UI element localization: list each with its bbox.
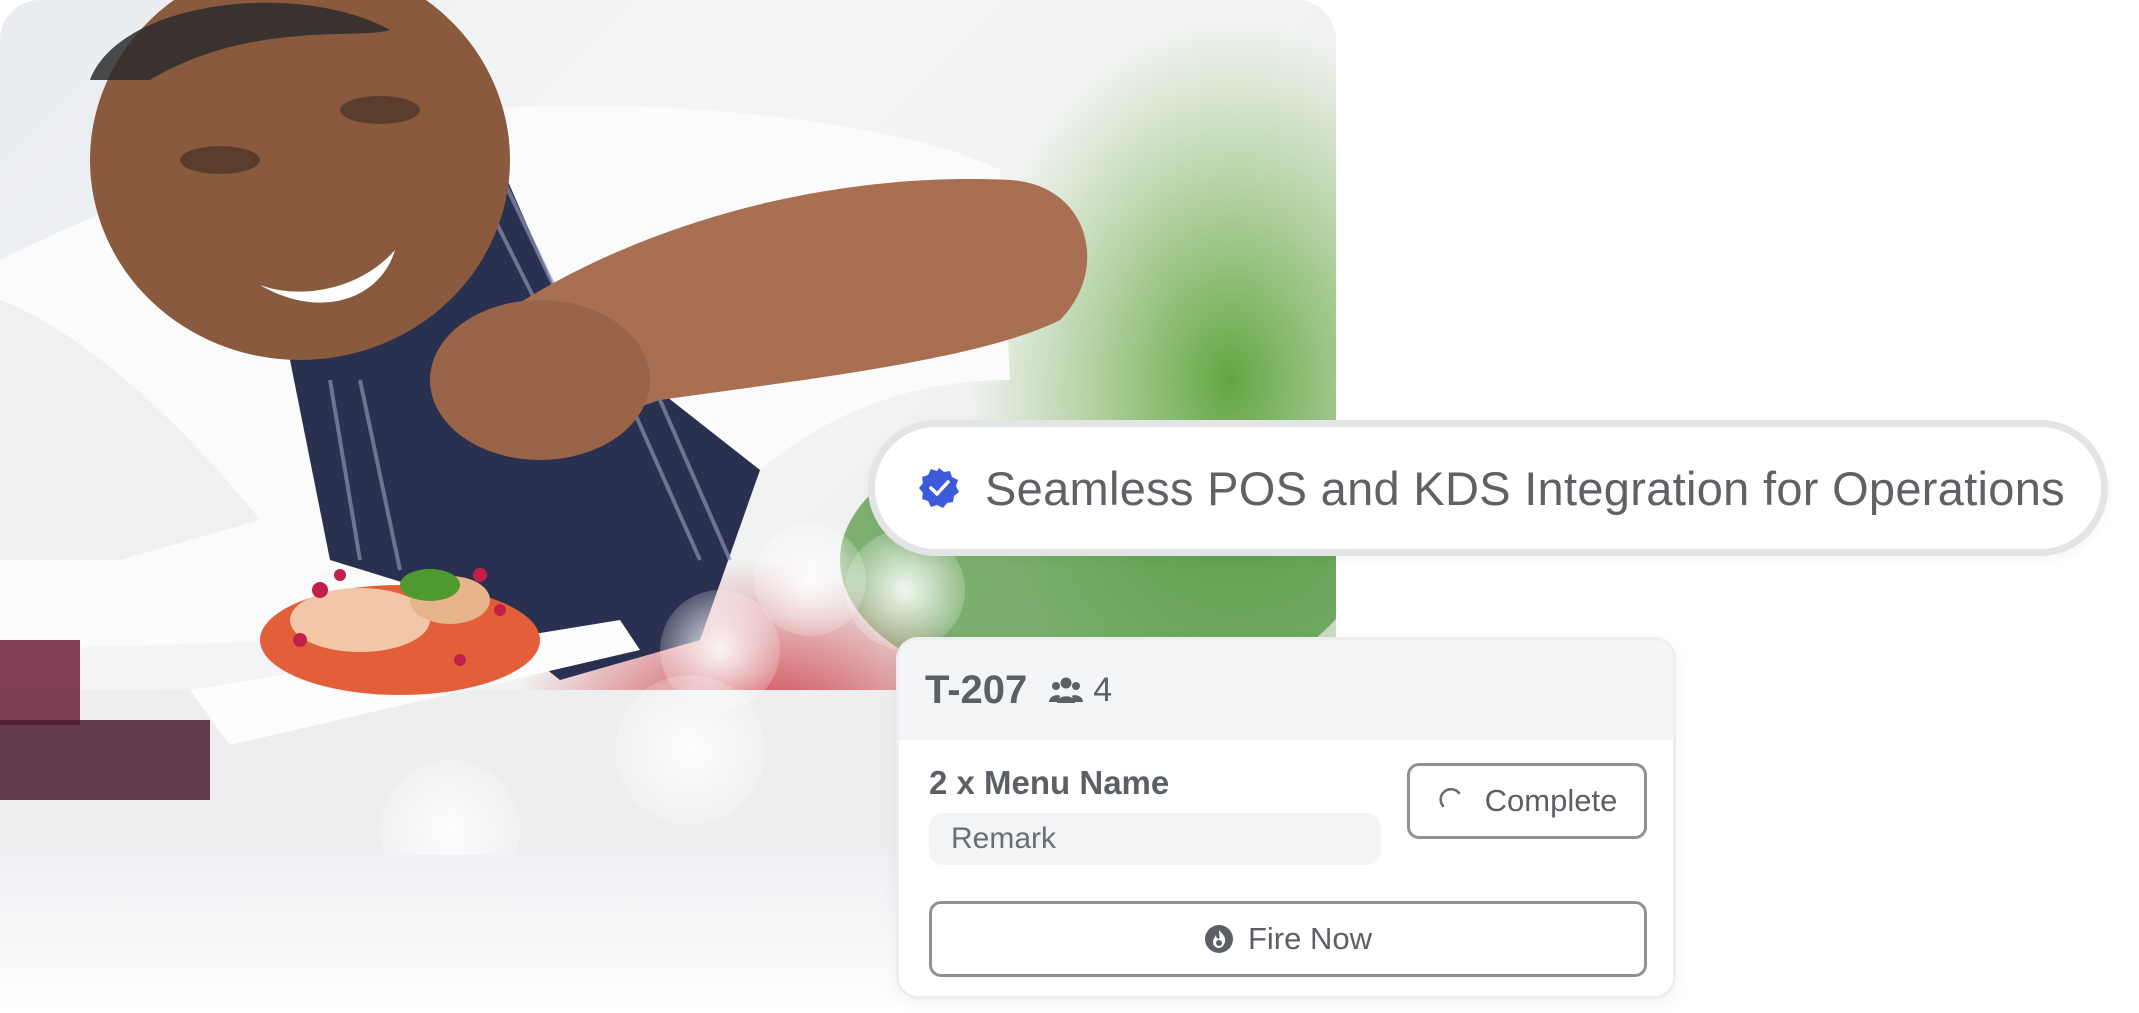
complete-button[interactable]: Complete [1407, 763, 1647, 839]
kds-order-card[interactable]: T-207 4 2 x Menu Name Remark Complete Fi… [896, 637, 1676, 999]
order-card-header: T-207 4 [899, 640, 1673, 740]
table-id: T-207 [925, 667, 1028, 712]
verified-badge-icon [919, 468, 959, 508]
loading-spinner-icon [1439, 787, 1460, 808]
hero-stage: Seamless POS and KDS Integration for Ope… [0, 0, 2139, 1013]
order-item-name: 2 x Menu Name [929, 764, 1170, 801]
fire-now-button[interactable]: Fire Now [929, 901, 1647, 977]
photo-fade [0, 855, 900, 1013]
fire-now-label: Fire Now [1247, 921, 1372, 956]
integration-banner: Seamless POS and KDS Integration for Ope… [868, 420, 2108, 556]
fire-icon [1204, 925, 1233, 953]
integration-banner-text: Seamless POS and KDS Integration for Ope… [985, 461, 2065, 515]
people-icon [1049, 677, 1084, 703]
guest-count: 4 [1093, 670, 1113, 709]
complete-button-label: Complete [1484, 783, 1618, 818]
order-item-remark: Remark [929, 813, 1381, 865]
